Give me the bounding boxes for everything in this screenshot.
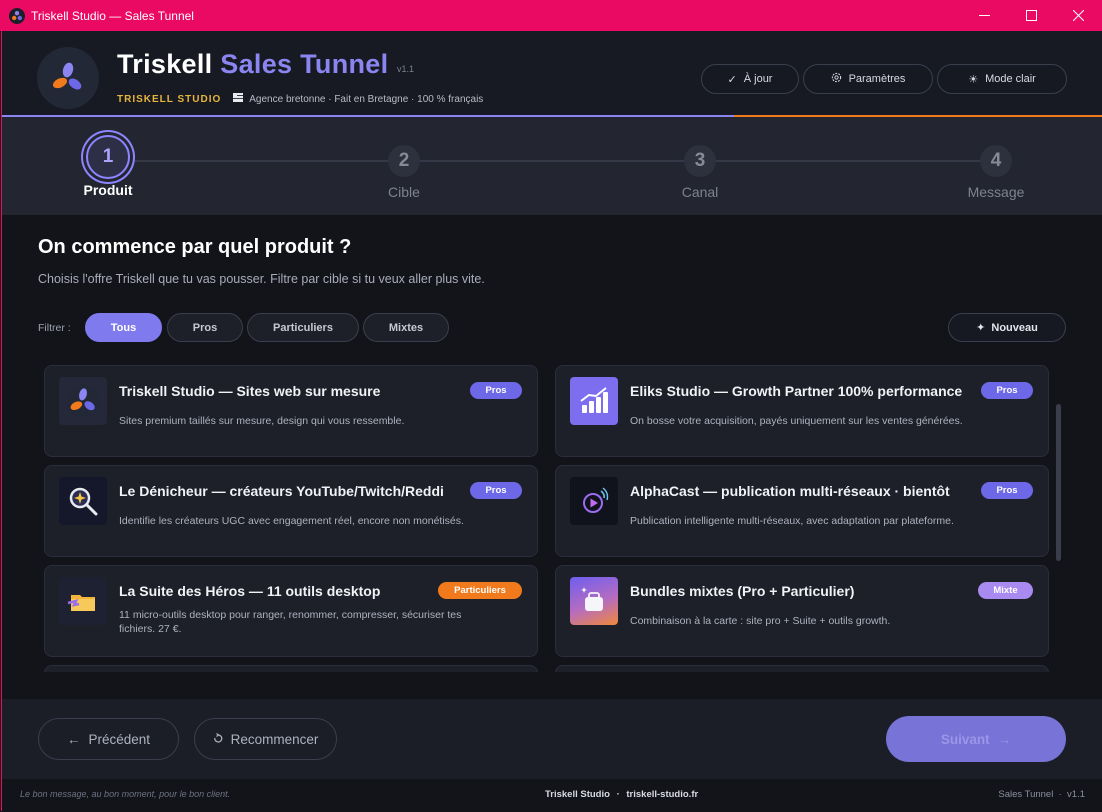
product-title: Bundles mixtes (Pro + Particulier) <box>630 583 855 599</box>
up-to-date-label: À jour <box>743 73 773 85</box>
product-card-bundles-mixtes[interactable]: Bundles mixtes (Pro + Particulier) Mixte… <box>555 565 1049 657</box>
product-card-eliks-studio[interactable]: Eliks Studio — Growth Partner 100% perfo… <box>555 365 1049 457</box>
app-frame: Triskell Sales Tunnel v1.1 TRISKELL STUD… <box>1 31 1102 811</box>
maximize-icon[interactable] <box>1008 0 1055 31</box>
arrow-left-icon: ← <box>66 731 81 747</box>
product-card-le-denicheur[interactable]: Le Dénicheur — créateurs YouTube/Twitch/… <box>44 465 538 557</box>
product-card-partial[interactable] <box>44 665 538 672</box>
settings-button[interactable]: Paramètres <box>803 64 933 94</box>
stepper: 1 Produit 2 Cible 3 Canal 4 Message <box>2 117 1102 215</box>
light-mode-button[interactable]: ☀ Mode clair <box>937 64 1067 94</box>
header-tagline: Agence bretonne · Fait en Bretagne · 100… <box>249 93 484 105</box>
restart-button[interactable]: Recommencer <box>194 718 337 760</box>
product-description: Identifie les créateurs UGC avec engagem… <box>119 515 464 527</box>
product-card-triskell-studio[interactable]: Triskell Studio — Sites web sur mesure P… <box>44 365 538 457</box>
step-produit[interactable]: 1 Produit <box>48 135 168 198</box>
page-description: Choisis l'offre Triskell que tu vas pous… <box>38 272 485 286</box>
status-bar: Le bon message, au bon moment, pour le b… <box>2 779 1102 811</box>
step-number: 2 <box>388 145 420 177</box>
badge-pros: Pros <box>981 382 1033 399</box>
restart-icon <box>213 732 223 747</box>
arrow-right-icon: → <box>997 731 1012 747</box>
product-description: 11 micro-outils desktop pour ranger, ren… <box>119 609 462 635</box>
product-description: Publication intelligente multi-réseaux, … <box>630 515 954 527</box>
up-to-date-button[interactable]: ✓ À jour <box>701 64 799 94</box>
previous-label: Précédent <box>88 731 151 747</box>
product-title: AlphaCast — publication multi-réseaux · … <box>630 483 950 499</box>
check-icon: ✓ <box>727 73 737 86</box>
app-header: Triskell Sales Tunnel v1.1 TRISKELL STUD… <box>2 31 1102 117</box>
badge-pros: Pros <box>470 382 522 399</box>
step-label: Message <box>967 184 1025 200</box>
next-label: Suivant <box>940 731 990 747</box>
settings-label: Paramètres <box>848 73 906 85</box>
step-label: Canal <box>681 184 719 200</box>
light-mode-label: Mode clair <box>985 73 1036 85</box>
triskell-logo-icon <box>59 377 107 425</box>
status-brand: Triskell Studio · triskell-studio.fr <box>545 789 699 800</box>
stepper-track <box>109 160 997 162</box>
gear-icon <box>831 72 842 86</box>
step-canal[interactable]: 3 Canal <box>640 145 760 200</box>
step-number: 3 <box>684 145 716 177</box>
header-subline: TRISKELL STUDIO Agence bretonne · Fait e… <box>117 93 483 105</box>
bundle-box-icon <box>570 577 618 625</box>
app-title: Triskell Sales Tunnel <box>117 49 389 79</box>
minimize-icon[interactable] <box>961 0 1008 31</box>
growth-chart-icon <box>570 377 618 425</box>
window-title: Triskell Studio — Sales Tunnel <box>31 8 194 23</box>
filter-chip-tous[interactable]: Tous <box>85 313 162 342</box>
filter-chip-pros[interactable]: Pros <box>167 313 243 342</box>
badge-mixte: Mixte <box>978 582 1033 599</box>
list-scrollbar[interactable] <box>1056 404 1061 561</box>
broadcast-play-icon <box>570 477 618 525</box>
status-slogan: Le bon message, au bon moment, pour le b… <box>20 789 231 799</box>
badge-pros: Pros <box>470 482 522 499</box>
magnifier-icon <box>59 477 107 525</box>
product-description: On bosse votre acquisition, payés unique… <box>630 415 963 427</box>
navigation-bar: ← Précédent Recommencer Suivant → <box>2 699 1102 779</box>
step-number: 4 <box>980 145 1012 177</box>
previous-button[interactable]: ← Précédent <box>38 718 179 760</box>
step-label: Produit <box>83 182 133 198</box>
product-list: Triskell Studio — Sites web sur mesure P… <box>42 365 1066 672</box>
product-card-partial[interactable] <box>555 665 1049 672</box>
main-content: On commence par quel produit ? Choisis l… <box>2 215 1102 699</box>
step-message[interactable]: 4 Message <box>936 145 1056 200</box>
filter-label: Filtrer : <box>38 322 71 334</box>
sun-icon: ☀ <box>968 73 979 86</box>
studio-tag: TRISKELL STUDIO <box>117 93 222 105</box>
filter-chip-mixtes[interactable]: Mixtes <box>363 313 449 342</box>
website-link[interactable]: triskell-studio.fr <box>626 789 698 800</box>
close-icon[interactable] <box>1055 0 1102 31</box>
product-card-alphacast[interactable]: AlphaCast — publication multi-réseaux · … <box>555 465 1049 557</box>
hero-folder-icon <box>59 577 107 625</box>
brittany-flag-icon <box>233 93 244 105</box>
next-button[interactable]: Suivant → <box>886 716 1066 762</box>
badge-pros: Pros <box>981 482 1033 499</box>
app-logo-icon <box>9 7 25 24</box>
filter-chip-particuliers[interactable]: Particuliers <box>247 313 359 342</box>
product-card-suite-des-heros[interactable]: La Suite des Héros — 11 outils desktop P… <box>44 565 538 657</box>
restart-label: Recommencer <box>230 731 319 747</box>
window-titlebar: Triskell Studio — Sales Tunnel <box>0 0 1102 31</box>
product-title: Eliks Studio — Growth Partner 100% perfo… <box>630 383 963 399</box>
new-product-button[interactable]: ✦ Nouveau <box>948 313 1066 342</box>
page-title: On commence par quel produit ? <box>38 236 352 258</box>
product-description: Combinaison à la carte : site pro + Suit… <box>630 615 891 627</box>
product-title: Triskell Studio — Sites web sur mesure <box>119 383 381 399</box>
product-title: La Suite des Héros — 11 outils desktop <box>119 583 381 599</box>
new-button-label: Nouveau <box>991 321 1038 334</box>
triskell-logo-icon <box>37 47 99 109</box>
product-description: Sites premium taillés sur mesure, design… <box>119 415 405 427</box>
version-label: v1.1 <box>397 64 415 74</box>
sparkle-icon: ✦ <box>976 322 986 334</box>
step-cible[interactable]: 2 Cible <box>344 145 464 200</box>
badge-particuliers: Particuliers <box>438 582 522 599</box>
product-title: Le Dénicheur — créateurs YouTube/Twitch/… <box>119 483 444 499</box>
status-version: Sales Tunnel · v1.1 <box>998 789 1085 800</box>
step-label: Cible <box>388 184 420 200</box>
step-number: 1 <box>86 135 130 179</box>
